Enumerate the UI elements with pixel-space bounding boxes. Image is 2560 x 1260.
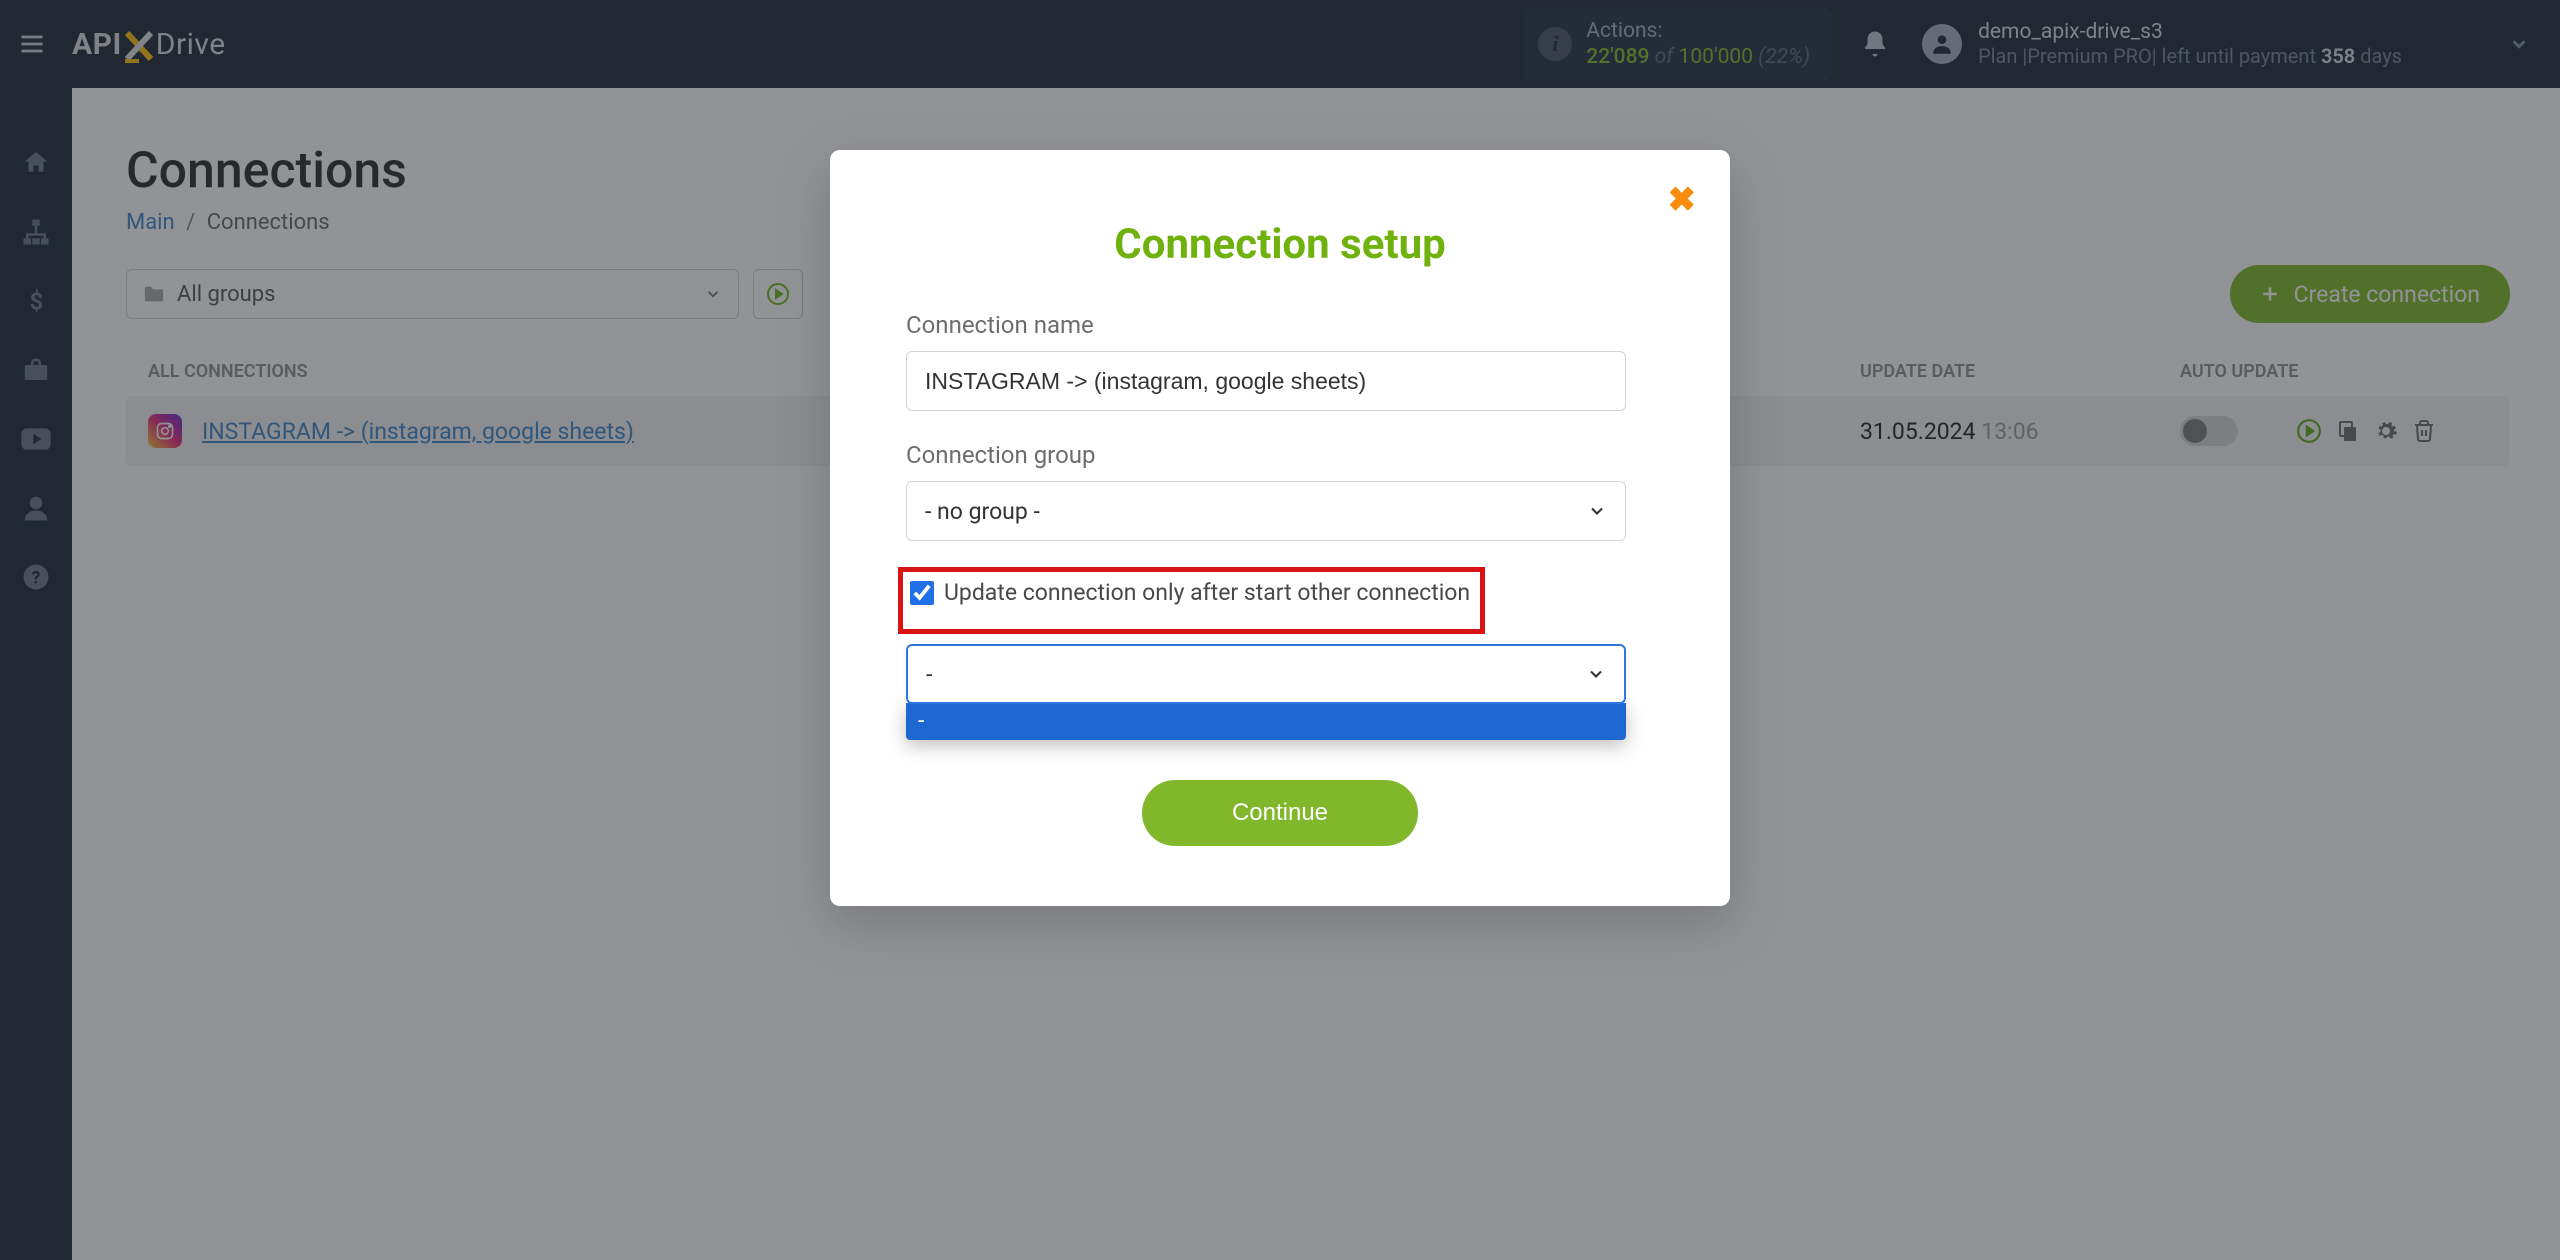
dropdown-panel[interactable]: - <box>906 703 1626 740</box>
close-icon[interactable]: ✖ <box>1668 180 1697 220</box>
name-label: Connection name <box>906 311 1654 339</box>
connection-group-select[interactable]: - no group - <box>906 481 1626 541</box>
group-value: - no group - <box>925 498 1040 525</box>
dropdown-option[interactable]: - <box>918 707 1614 734</box>
dependent-connection-select[interactable]: - <box>906 644 1626 704</box>
chevron-down-icon <box>1586 664 1606 684</box>
group-label: Connection group <box>906 441 1654 469</box>
update-after-checkbox-row[interactable]: Update connection only after start other… <box>905 574 1478 611</box>
continue-button[interactable]: Continue <box>1142 780 1418 846</box>
chevron-down-icon <box>1587 501 1607 521</box>
connection-name-input[interactable] <box>906 351 1626 411</box>
connection-setup-modal: ✖ Connection setup Connection name Conne… <box>830 150 1730 906</box>
update-after-checkbox[interactable] <box>910 581 934 605</box>
dep-value: - <box>926 661 932 688</box>
highlighted-checkbox: Update connection only after start other… <box>898 567 1485 634</box>
checkbox-label: Update connection only after start other… <box>944 579 1470 606</box>
modal-title: Connection setup <box>906 220 1654 269</box>
